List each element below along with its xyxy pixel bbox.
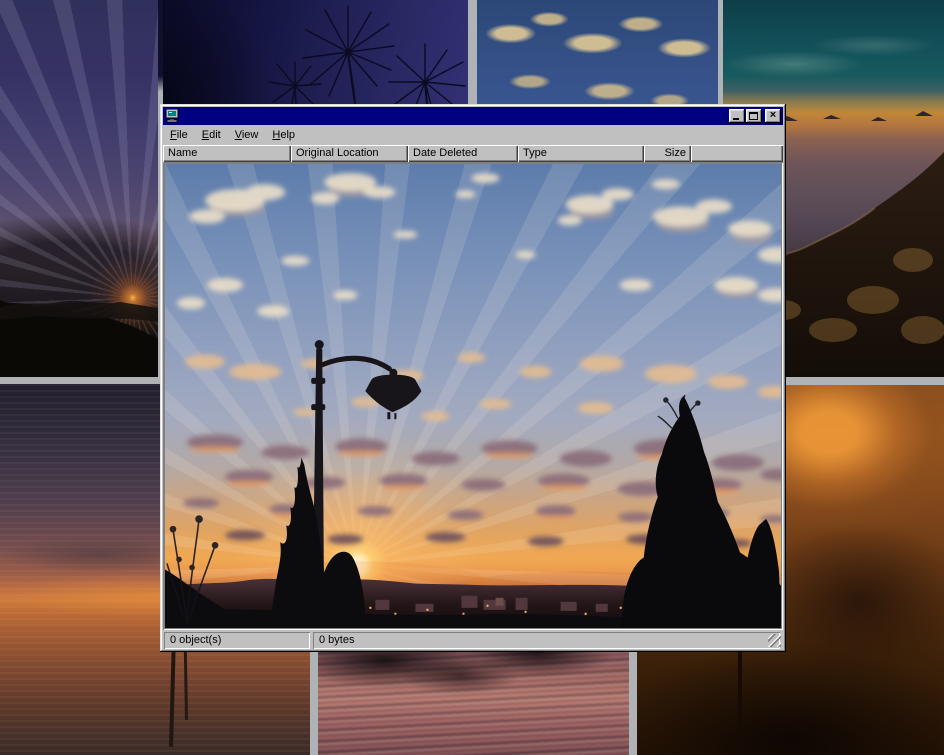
menu-view[interactable]: View	[229, 127, 265, 144]
thin-pole-icon	[738, 643, 742, 755]
column-header-date-deleted[interactable]: Date Deleted	[408, 145, 518, 162]
menu-help[interactable]: Help	[266, 127, 301, 144]
column-header-size[interactable]: Size	[644, 145, 691, 162]
status-object-count: 0 object(s)	[164, 632, 310, 649]
computer-icon[interactable]	[165, 109, 181, 123]
close-icon: ×	[765, 109, 781, 123]
photo-foreground-silhouettes	[165, 164, 781, 628]
recycle-bin-window: × File Edit View Help Name Original Loca…	[160, 104, 786, 652]
maximize-button[interactable]	[746, 109, 762, 123]
menu-bar: File Edit View Help	[163, 125, 783, 145]
window-titlebar[interactable]: ×	[163, 107, 783, 125]
minimize-icon	[733, 118, 739, 120]
menu-file[interactable]: File	[164, 127, 194, 144]
close-button[interactable]: ×	[765, 109, 781, 123]
bg-tile-sunset-rays	[0, 0, 158, 377]
list-column-headers: Name Original Location Date Deleted Type…	[163, 145, 783, 162]
status-size: 0 bytes	[313, 632, 780, 649]
column-header-name[interactable]: Name	[163, 145, 291, 162]
maximize-icon	[749, 112, 758, 120]
minimize-button[interactable]	[729, 109, 745, 123]
menu-edit[interactable]: Edit	[196, 127, 227, 144]
resize-grip[interactable]	[768, 634, 781, 647]
status-bar: 0 object(s) 0 bytes	[163, 630, 783, 649]
column-header-empty[interactable]	[691, 145, 783, 162]
list-view-area[interactable]	[163, 162, 783, 630]
column-header-type[interactable]: Type	[518, 145, 644, 162]
column-header-original-location[interactable]: Original Location	[291, 145, 408, 162]
right-tree-group	[621, 396, 781, 628]
sunset-rays-hill	[0, 0, 158, 377]
sunset-photo-background	[165, 164, 781, 628]
